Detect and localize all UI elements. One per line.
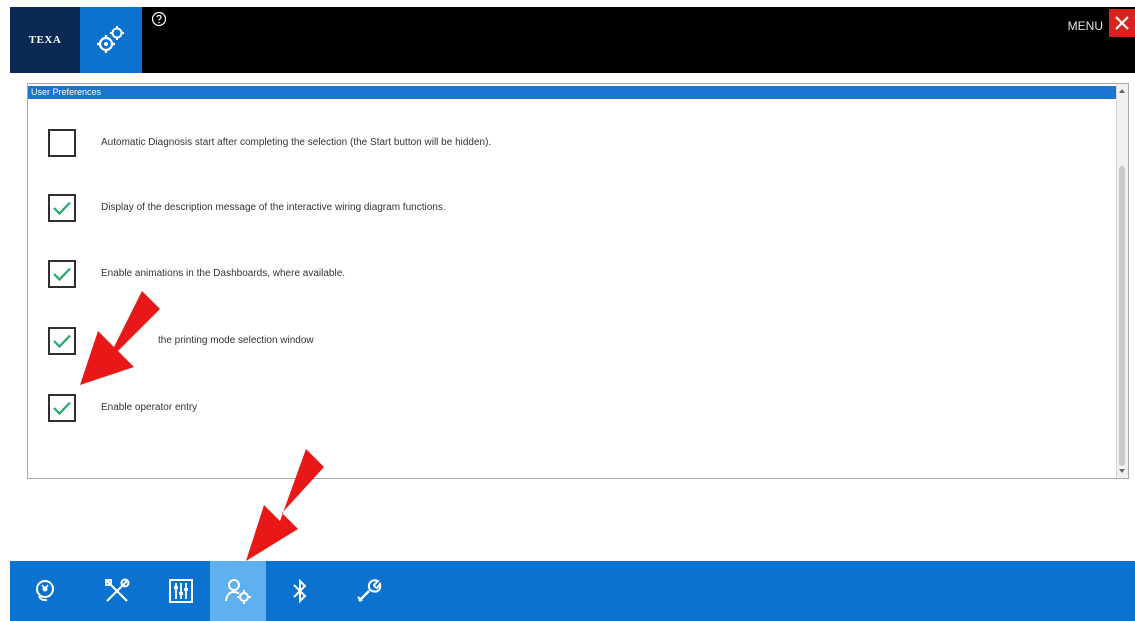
sliders-icon: [169, 579, 193, 603]
preference-row: Enable operator entry: [28, 394, 1108, 434]
close-icon: [1115, 16, 1129, 30]
logo-text: TEXA: [28, 34, 62, 46]
texa-logo: TEXA: [10, 7, 80, 73]
user-preferences-panel: User Preferences Automatic Diagnosis sta…: [27, 83, 1129, 479]
preference-label: Enable animations in the Dashboards, whe…: [101, 268, 346, 279]
scroll-up-icon[interactable]: [1119, 89, 1125, 93]
gears-icon: [97, 26, 124, 53]
dashboard-animations-checkbox[interactable]: [48, 260, 76, 288]
printing-mode-window-checkbox[interactable]: [48, 327, 76, 355]
preference-label: the printing mode selection window: [158, 335, 314, 346]
checkmark-icon: [53, 401, 71, 416]
wrench-icon: [357, 579, 382, 602]
bottom-toolbar: [10, 561, 1135, 621]
scroll-down-icon[interactable]: [1119, 469, 1125, 473]
automatic-diagnosis-checkbox[interactable]: [48, 129, 76, 157]
menu-button[interactable]: MENU: [1068, 19, 1103, 33]
preference-row: Automatic Diagnosis start after completi…: [28, 129, 1108, 169]
scroll-thumb[interactable]: [1119, 166, 1125, 466]
wrench-screwdriver-icon: [105, 578, 130, 602]
tools-tool[interactable]: [89, 561, 145, 621]
adjustments-tool[interactable]: [153, 561, 209, 621]
annotation-arrow-icon: [246, 449, 324, 561]
app-window: TEXA MENU User Preferences Automatic Dia…: [10, 7, 1135, 621]
preference-label: Display of the description message of th…: [101, 202, 446, 213]
checkmark-icon: [53, 334, 71, 349]
user-settings-tool[interactable]: [210, 561, 266, 621]
preference-label: Automatic Diagnosis start after completi…: [101, 137, 492, 148]
vertical-scrollbar[interactable]: [1116, 84, 1128, 478]
bluetooth-icon: [293, 578, 307, 604]
preference-row: Display of the description message of th…: [28, 194, 1108, 234]
preference-row: the printing mode selection window: [28, 327, 1108, 367]
diagnosis-tool[interactable]: [18, 561, 74, 621]
preference-label: Enable operator entry: [101, 402, 198, 413]
annotation-arrow-icon: [80, 291, 160, 385]
user-gear-icon: [225, 579, 251, 604]
operator-entry-checkbox[interactable]: [48, 394, 76, 422]
preference-row: Enable animations in the Dashboards, whe…: [28, 260, 1108, 300]
settings-tab[interactable]: [80, 7, 142, 73]
panel-title: User Preferences: [28, 86, 1116, 99]
wiring-diagram-message-checkbox[interactable]: [48, 194, 76, 222]
help-button[interactable]: [151, 11, 167, 27]
diagnosis-icon: [36, 580, 54, 602]
help-icon: [151, 11, 167, 27]
checkmark-icon: [53, 267, 71, 282]
top-bar: TEXA MENU: [10, 7, 1135, 73]
service-tool[interactable]: [340, 561, 396, 621]
checkmark-icon: [53, 201, 71, 216]
close-button[interactable]: [1109, 9, 1135, 37]
bluetooth-tool[interactable]: [272, 561, 328, 621]
